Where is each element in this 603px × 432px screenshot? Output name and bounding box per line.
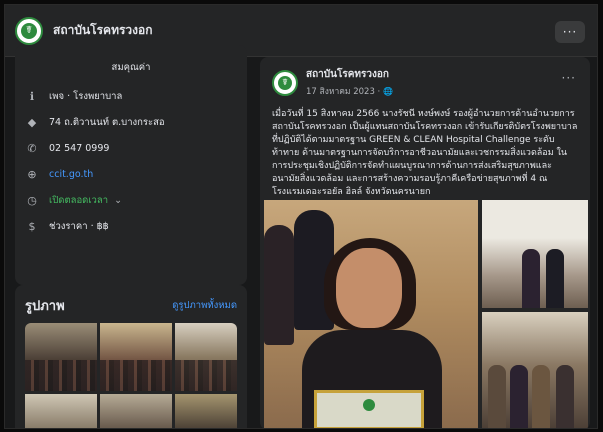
post-side-photo[interactable] [482,312,588,428]
info-row-address: ◆ 74 ถ.ติวานนท์ ต.บางกระสอ [25,109,237,135]
photo-grid [25,323,237,428]
info-row-price: $ ช่วงราคา · ฿฿ [25,213,237,239]
more-options-button[interactable]: ··· [555,21,585,43]
page-logo[interactable]: ☤ [15,16,43,45]
post-main-photo[interactable] [264,200,478,428]
post-image-collage [260,200,590,428]
post-date-text: 17 สิงหาคม 2023 · [306,87,383,97]
clock-icon: ◷ [27,193,37,207]
info-row-category: ℹ เพจ · โรงพยาบาล [25,83,237,109]
info-row-phone: ✆ 02 547 0999 [25,135,237,161]
page-title[interactable]: สถาบันโรคทรวงอก [53,21,153,40]
chevron-down-icon: ⌄ [114,194,123,206]
scrollbar[interactable] [591,57,597,428]
photo-thumbnail[interactable] [25,323,97,391]
intro-card: สมคุณค่า ℹ เพจ · โรงพยาบาล ◆ 74 ถ.ติวานน… [15,45,247,285]
info-icon: ℹ [29,89,35,103]
photo-thumbnail[interactable] [100,323,172,391]
website-link[interactable]: ccit.go.th [49,169,93,180]
category-text: เพจ · โรงพยาบาล [49,90,123,102]
photo-thumbnail[interactable] [100,394,172,428]
globe-icon: 🌐 [382,87,393,96]
post-timestamp[interactable]: 17 สิงหาคม 2023 · 🌐 [306,84,393,98]
post-body-text: เมื่อวันที่ 15 สิงหาคม 2566 นางรัชนี หงษ… [272,109,578,197]
info-row-website: ⊕ ccit.go.th [25,161,237,187]
caduceus-icon: ☤ [278,75,292,90]
hours-text: เปิดตลอดเวลา [49,194,109,206]
photo-thumbnail[interactable] [175,323,237,391]
globe-icon: ⊕ [27,167,37,181]
post-author-name[interactable]: สถาบันโรคทรวงอก [306,67,393,82]
photo-thumbnail[interactable] [175,394,237,428]
feed-post: ☤ สถาบันโรคทรวงอก 17 สิงหาคม 2023 · 🌐 ··… [260,57,590,428]
see-all-photos-link[interactable]: ดูรูปภาพทั้งหมด [172,298,237,313]
price-icon: $ [28,219,36,233]
photos-card: รูปภาพ ดูรูปภาพทั้งหมด [15,285,247,428]
intro-text: สมคุณค่า [111,62,151,73]
post-author-avatar[interactable]: ☤ [272,69,298,96]
photos-title: รูปภาพ [25,298,65,314]
location-icon: ◆ [27,115,37,129]
address-text: 74 ถ.ติวานนท์ ต.บางกระสอ [49,116,165,128]
facebook-page-window: ☤ สถาบันโรคทรวงอก ··· สมคุณค่า ℹ เพจ · โ… [4,4,598,429]
caduceus-icon: ☤ [21,22,37,39]
post-side-photo[interactable] [482,200,588,308]
post-more-button[interactable]: ··· [562,71,576,85]
price-text: ช่วงราคา · ฿฿ [49,220,109,232]
phone-text: 02 547 0999 [49,142,110,154]
phone-icon: ✆ [27,141,37,155]
left-column: สมคุณค่า ℹ เพจ · โรงพยาบาล ◆ 74 ถ.ติวานน… [15,45,247,428]
photo-thumbnail[interactable] [25,394,97,428]
info-row-hours[interactable]: ◷ เปิดตลอดเวลา ⌄ [25,187,237,213]
